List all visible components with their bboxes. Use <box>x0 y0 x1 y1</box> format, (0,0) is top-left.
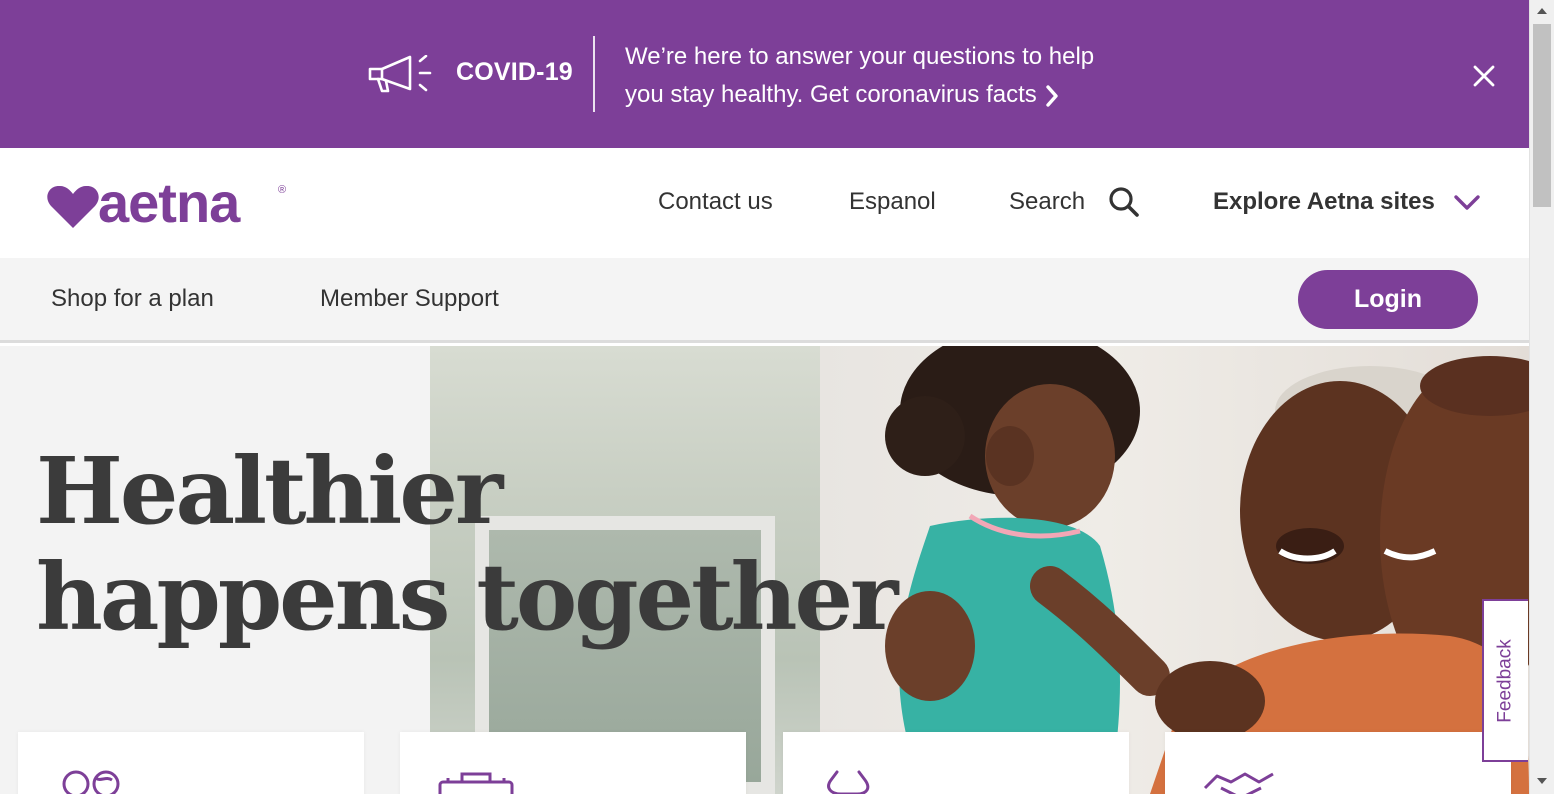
contact-us-link[interactable]: Contact us <box>658 188 773 216</box>
close-icon[interactable] <box>1470 62 1498 90</box>
feedback-label: Feedback <box>1495 638 1517 723</box>
registered-mark: ® <box>278 184 287 196</box>
banner-message[interactable]: We’re here to answer your questions to h… <box>625 38 1165 114</box>
feature-card-briefcase[interactable] <box>400 732 746 794</box>
chevron-down-icon[interactable] <box>1452 192 1482 214</box>
handshake-icon <box>1203 772 1274 794</box>
scrollbar-thumb[interactable] <box>1533 24 1551 207</box>
banner-divider <box>593 36 595 112</box>
search-link[interactable]: Search <box>1009 188 1085 216</box>
vertical-scrollbar[interactable] <box>1529 0 1554 794</box>
briefcase-icon <box>438 772 514 794</box>
stethoscope-icon <box>827 770 870 794</box>
logo-wordmark: aetna <box>98 171 240 234</box>
login-button[interactable]: Login <box>1298 270 1478 329</box>
hero-title: Healthier happens together <box>36 437 899 651</box>
heart-icon <box>47 185 99 228</box>
people-icon <box>62 770 120 794</box>
megaphone-icon <box>368 55 432 93</box>
covid-banner: COVID-19 We’re here to answer your quest… <box>0 0 1529 148</box>
scroll-up-arrow-icon[interactable] <box>1537 8 1547 14</box>
shop-for-a-plan-link[interactable]: Shop for a plan <box>51 285 214 313</box>
scroll-down-arrow-icon[interactable] <box>1537 778 1547 784</box>
banner-message-line2-wrap: you stay healthy. Get coronavirus facts <box>625 76 1165 114</box>
family-photo <box>885 346 1529 794</box>
page: COVID-19 We’re here to answer your quest… <box>0 0 1529 794</box>
search-icon[interactable] <box>1108 186 1140 218</box>
member-support-link[interactable]: Member Support <box>320 285 499 313</box>
hero-title-line2: happens together <box>36 543 899 651</box>
explore-aetna-sites-button[interactable]: Explore Aetna sites <box>1213 188 1435 216</box>
espanol-link[interactable]: Espanol <box>849 188 936 216</box>
feature-card-stethoscope[interactable] <box>783 732 1129 794</box>
banner-message-line1: We’re here to answer your questions to h… <box>625 43 1095 70</box>
feature-card-people[interactable] <box>18 732 364 794</box>
feedback-tab[interactable]: Feedback <box>1482 599 1528 762</box>
chevron-right-icon <box>1046 84 1058 107</box>
covid-label[interactable]: COVID-19 <box>456 58 573 87</box>
feature-card-handshake[interactable] <box>1165 732 1511 794</box>
hero-title-line1: Healthier <box>36 437 503 545</box>
aetna-logo[interactable]: aetna ® <box>46 171 296 234</box>
banner-message-line2: you stay healthy. Get coronavirus facts <box>625 81 1037 108</box>
